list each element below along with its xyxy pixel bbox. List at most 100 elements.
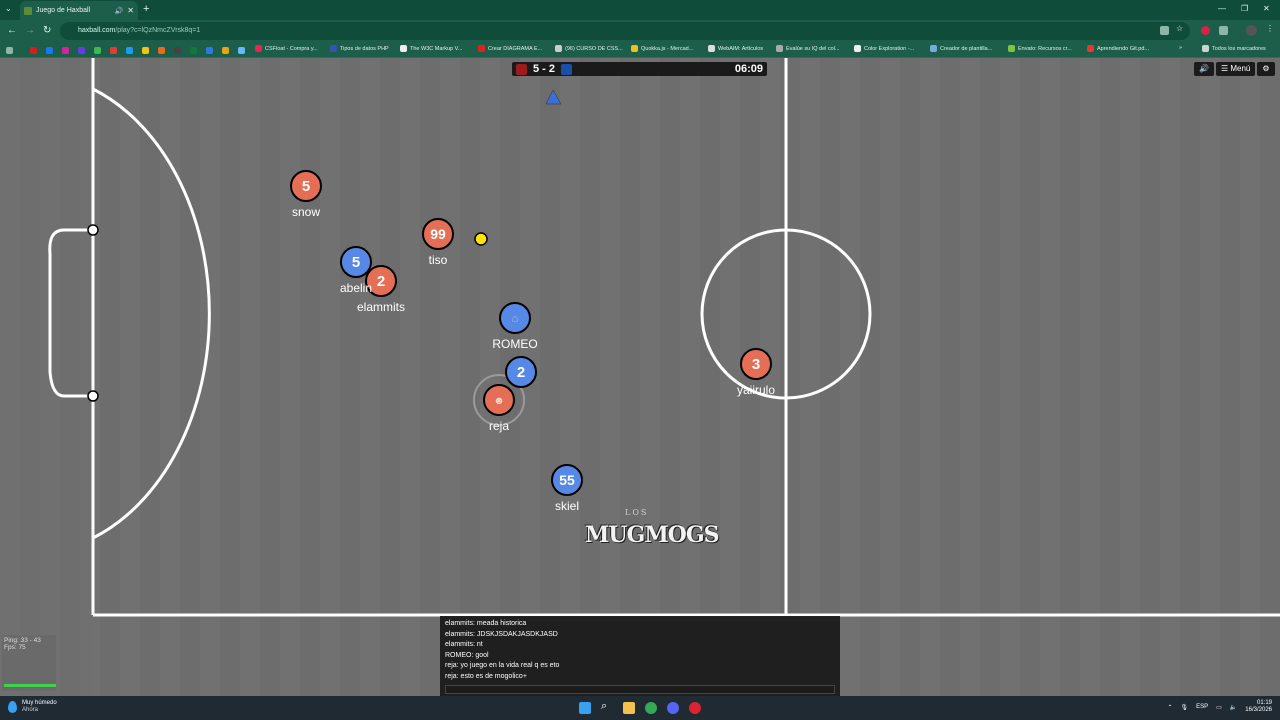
search-icon[interactable]: ⌕ xyxy=(601,700,613,712)
bookmark-item[interactable]: Envato: Recursos cr... xyxy=(1008,45,1072,52)
browser-toolbar: ← → ↻ haxball.com/play?c=lQzNmcZVrsk8q=1… xyxy=(0,20,1280,42)
field-turf xyxy=(0,58,1280,696)
address-bar[interactable]: haxball.com/play?c=lQzNmcZVrsk8q=1 xyxy=(60,22,1190,40)
score: 5 - 2 xyxy=(533,63,556,75)
humidity-drop-icon xyxy=(8,701,17,713)
browser-tab-bar: ⌄ Juego de Haxball 🔊 ✕ + — ❐ ✕ xyxy=(0,0,1280,20)
bookmark-item[interactable]: Tipos de datos PHP xyxy=(330,45,389,52)
haxball-favicon-icon xyxy=(24,6,32,15)
restore-icon[interactable]: ❐ xyxy=(1241,4,1248,13)
discord-icon[interactable] xyxy=(667,702,679,714)
player-blue-disc: 5 xyxy=(340,246,372,278)
ball xyxy=(474,232,488,246)
network-icon[interactable]: ▭ xyxy=(1216,704,1222,711)
clock[interactable]: 01:19 16/3/2026 xyxy=(1245,700,1272,714)
url-path: /play?c=lQzNmcZVrsk8q=1 xyxy=(115,27,201,34)
facebook-icon[interactable] xyxy=(46,47,53,54)
player-number: 99 xyxy=(430,226,446,242)
extensions-puzzle-icon[interactable] xyxy=(1219,26,1228,35)
bookmark-item[interactable]: Aprendiendo Git.pd... xyxy=(1087,45,1149,52)
player-red-disc: ☻ xyxy=(483,384,515,416)
extension-icon[interactable] xyxy=(1201,26,1210,35)
app-icon[interactable] xyxy=(689,702,701,714)
quokka-icon xyxy=(631,45,638,52)
weather-subtitle: Ahora xyxy=(22,707,39,713)
bookmark-item[interactable]: WebAIM: Artículos xyxy=(708,45,763,52)
steam-icon[interactable] xyxy=(126,47,133,54)
template-icon xyxy=(930,45,937,52)
chat-line: ROMEO: gool xyxy=(445,651,489,659)
reload-icon[interactable]: ↻ xyxy=(43,25,51,36)
player-number: 2 xyxy=(517,364,525,381)
translate-icon[interactable] xyxy=(1160,26,1169,35)
speaker-icon[interactable]: 🔊 xyxy=(115,7,124,15)
windows-start-icon[interactable] xyxy=(579,702,591,714)
close-window-icon[interactable]: ✕ xyxy=(1263,4,1270,13)
settings-gear-icon[interactable]: ⚙ xyxy=(1257,62,1275,76)
all-bookmarks-folder[interactable]: Todos los marcadores xyxy=(1202,45,1266,52)
bookmark-icon[interactable] xyxy=(206,47,213,54)
star-icon[interactable]: ☆ xyxy=(1176,24,1185,33)
bookmark-icon[interactable] xyxy=(190,47,197,54)
kick-icon[interactable] xyxy=(94,47,101,54)
player-red-disc: 99 xyxy=(422,218,454,250)
instagram-icon[interactable] xyxy=(62,47,69,54)
volume-icon[interactable]: 🔈 xyxy=(1230,704,1237,711)
bookmark-icon[interactable] xyxy=(158,47,165,54)
bookmark-item[interactable]: (96) CURSO DE CSS... xyxy=(555,45,623,52)
bookmark-item[interactable]: CSFloat - Compra y... xyxy=(255,45,318,52)
chrome-icon[interactable] xyxy=(645,702,657,714)
bookmark-icon[interactable] xyxy=(30,47,37,54)
bookmark-icon[interactable] xyxy=(142,47,149,54)
ping-graph xyxy=(4,684,56,687)
bookmark-icon[interactable] xyxy=(78,47,85,54)
forward-icon[interactable]: → xyxy=(25,25,35,36)
bookmark-icon[interactable] xyxy=(238,47,245,54)
goal-post-bottom xyxy=(87,390,99,402)
bookmark-item[interactable]: The W3C Markup V... xyxy=(400,45,462,52)
bookmark-icon[interactable] xyxy=(110,47,117,54)
bookmark-item[interactable]: Color Exploration -... xyxy=(854,45,914,52)
chat-box: elammits: meada historica elammits: JDSK… xyxy=(440,616,840,696)
minimize-icon[interactable]: — xyxy=(1218,4,1226,13)
bookmarks-bar: CSFloat - Compra y... Tipos de datos PHP… xyxy=(0,42,1280,58)
back-icon[interactable]: ← xyxy=(7,25,17,36)
new-tab-button[interactable]: + xyxy=(143,3,149,15)
github-icon[interactable] xyxy=(174,47,181,54)
player-blue-disc: 2 xyxy=(505,356,537,388)
language-indicator[interactable]: ESP xyxy=(1196,704,1208,710)
more-bookmarks-icon[interactable]: » xyxy=(1179,45,1182,51)
sound-toggle-icon[interactable]: 🔊 xyxy=(1194,62,1214,76)
weather-widget[interactable]: Muy húmedo Ahora xyxy=(8,700,57,714)
iq-icon xyxy=(776,45,783,52)
bookmark-item[interactable]: Evalúe su IQ del col... xyxy=(776,45,840,52)
browser-tab[interactable]: Juego de Haxball 🔊 ✕ xyxy=(20,1,138,20)
bookmark-icon[interactable] xyxy=(222,47,229,54)
menu-button[interactable]: ☰ Menú xyxy=(1215,62,1256,76)
tray-chevron-icon[interactable]: ⌃ xyxy=(1167,704,1172,711)
bookmark-item[interactable]: Crear DIAGRAMA E... xyxy=(478,45,542,52)
chat-input[interactable] xyxy=(445,685,835,694)
file-explorer-icon[interactable] xyxy=(623,702,635,714)
close-tab-icon[interactable]: ✕ xyxy=(127,6,134,15)
chat-line: elammits: JDSKJSDAKJASDKJASD xyxy=(445,630,558,638)
player-number: 5 xyxy=(352,254,360,271)
profile-avatar[interactable] xyxy=(1246,25,1257,36)
chat-line: elammits: nt xyxy=(445,641,483,648)
bookmark-item[interactable]: Creador de plantilla... xyxy=(930,45,992,52)
w3c-icon xyxy=(400,45,407,52)
scoreboard: 5 - 2 06:09 xyxy=(512,62,767,76)
bookmark-item[interactable]: Quokka.js - Mercad... xyxy=(631,45,693,52)
more-menu-icon[interactable]: ⋮ xyxy=(1266,24,1275,33)
url-host: haxball.com xyxy=(78,27,116,34)
color-exploration-icon xyxy=(854,45,861,52)
apps-icon[interactable] xyxy=(6,47,13,54)
game-canvas[interactable]: 5 99 5 2 ⌂ 2 ☻ 3 55 snow tiso abelin elammits ROMEO r… xyxy=(0,58,1280,696)
microphone-icon[interactable]: 🎙 xyxy=(1181,704,1189,711)
tab-search-icon[interactable]: ⌄ xyxy=(5,4,12,13)
game-timer: 06:09 xyxy=(734,63,763,75)
logo-main-text: MUGMOGS xyxy=(585,522,720,548)
player-name: tiso xyxy=(428,253,448,267)
player-number: 5 xyxy=(302,178,310,195)
chat-line: reja: esto es de mogolico+ xyxy=(445,672,527,680)
